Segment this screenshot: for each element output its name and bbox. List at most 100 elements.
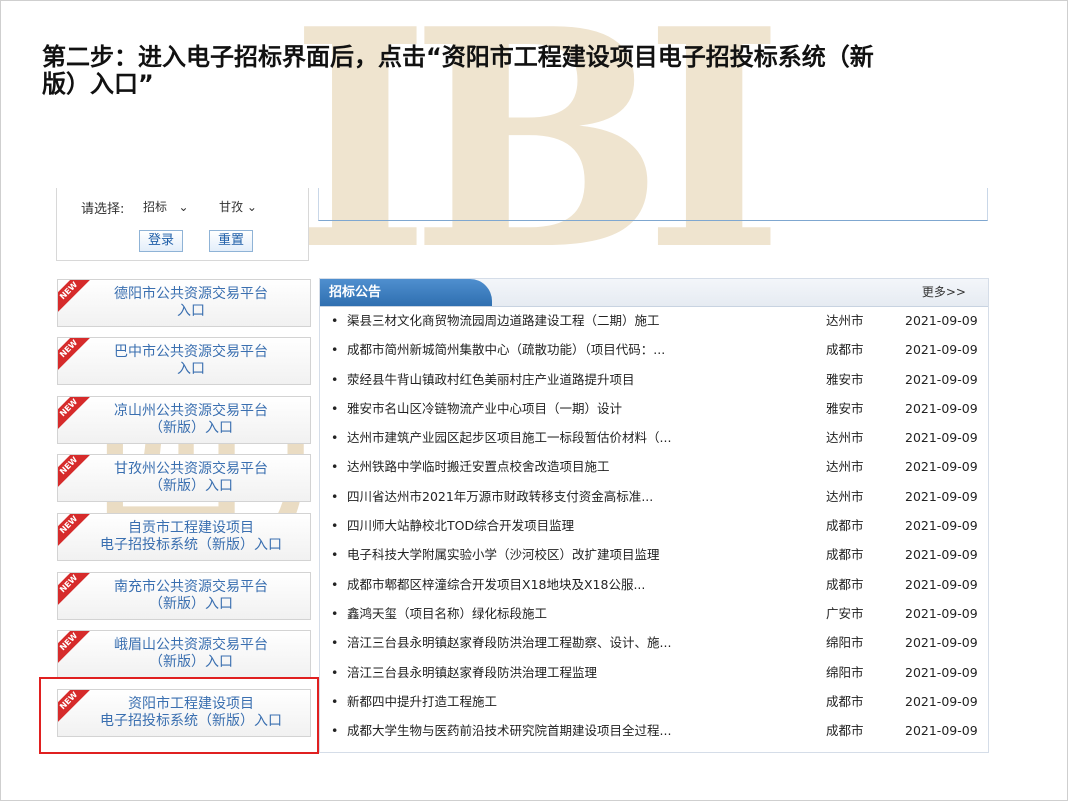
tab-bidding-notice[interactable]: 招标公告 (320, 279, 492, 306)
bullet: • (331, 371, 339, 387)
platform-entry-link[interactable]: NEW 巴中市公共资源交易平台 入口 (57, 337, 311, 385)
notice-row: • 雅安市名山区冷链物流产业中心项目（一期）设计 雅安市 2021-09-09 (320, 394, 988, 423)
bullet: • (331, 342, 339, 358)
platform-entry-link[interactable]: NEW 自贡市工程建设项目 电子招投标系统（新版）入口 (57, 513, 311, 561)
notice-date: 2021-09-09 (905, 459, 978, 475)
notice-city: 成都市 (826, 723, 864, 739)
login-button[interactable]: 登录 (139, 230, 184, 252)
notice-city: 成都市 (826, 576, 864, 592)
platform-entry-link[interactable]: NEW 南充市公共资源交易平台 （新版）入口 (57, 572, 311, 620)
notice-title-link[interactable]: 成都市简州新城简州集散中心（疏散功能）（项目代码：... (347, 335, 807, 364)
notice-city: 雅安市 (826, 400, 864, 416)
notice-list: • 渠县三材文化商贸物流园周边道路建设工程（二期）施工 达州市 2021-09-09 •… (320, 306, 988, 745)
notice-city: 达州市 (826, 313, 864, 328)
highlight-box (39, 677, 319, 754)
chevron-down-icon: ⌄ (243, 200, 257, 214)
notice-row: • 达州铁路中学临时搬迁安置点校舍改造项目施工 达州市 2021-09-09 (320, 452, 988, 481)
notice-date: 2021-09-09 (905, 371, 978, 387)
notice-city: 成都市 (826, 518, 864, 534)
bullet: • (331, 693, 339, 709)
bullet: • (331, 605, 339, 621)
reset-button[interactable]: 重置 (209, 230, 254, 252)
notice-title-link[interactable]: 涪江三台县永明镇赵家脊段防洪治理工程勘察、设计、施... (347, 628, 807, 657)
notice-city: 成都市 (826, 547, 864, 563)
notice-date: 2021-09-09 (905, 723, 978, 739)
entry-line2: 入口 (177, 361, 205, 377)
notice-title-link[interactable]: 新都四中提升打造工程施工 (347, 687, 807, 716)
bullet: • (331, 576, 339, 592)
notice-title-link[interactable]: 达州市建筑产业园区起步区项目施工一标段暂估价材料（... (347, 423, 807, 452)
more-link[interactable]: 更多>> (922, 279, 966, 306)
notice-title-link[interactable]: 达州铁路中学临时搬迁安置点校舍改造项目施工 (347, 452, 807, 481)
notice-city: 达州市 (826, 430, 864, 446)
entry-line2: （新版）入口 (149, 654, 233, 670)
entry-line2: 电子招投标系统（新版）入口 (100, 537, 282, 553)
notice-city: 广安市 (826, 605, 864, 621)
notice-title-link[interactable]: 鑫鸿天玺（项目名称）绿化标段施工 (347, 599, 807, 628)
entry-line2: （新版）入口 (149, 420, 233, 436)
entry-line2: （新版）入口 (149, 596, 233, 612)
notice-panel-header: 招标公告 更多>> (320, 279, 988, 307)
notice-title-link[interactable]: 雅安市名山区冷链物流产业中心项目（一期）设计 (347, 394, 807, 423)
platform-entry-link[interactable]: NEW 甘孜州公共资源交易平台 （新版）入口 (57, 454, 311, 502)
notice-city: 成都市 (826, 693, 864, 709)
notice-date: 2021-09-09 (905, 430, 978, 446)
bullet: • (331, 400, 339, 416)
bullet: • (331, 313, 339, 328)
notice-city: 绵阳市 (826, 664, 864, 680)
notice-date: 2021-09-09 (905, 313, 978, 328)
notice-date: 2021-09-09 (905, 693, 978, 709)
notice-title-link[interactable]: 成都市郫都区梓潼综合开发项目X18地块及X18公服... (347, 570, 807, 599)
notice-row: • 达州市建筑产业园区起步区项目施工一标段暂估价材料（... 达州市 2021-09-… (320, 423, 988, 452)
entry-line1: 巴中市公共资源交易平台 (114, 344, 268, 360)
notice-date: 2021-09-09 (905, 400, 978, 416)
region-select[interactable]: 甘孜 ⌄ (219, 198, 257, 215)
bullet: • (331, 664, 339, 680)
chevron-down-icon: ⌄ (170, 200, 189, 214)
bullet: • (331, 488, 339, 504)
notice-title-link[interactable]: 成都大学生物与医药前沿技术研究院首期建设项目全过程... (347, 716, 807, 745)
notice-row: • 荥经县牛背山镇政村红色美丽村庄产业道路提升项目 雅安市 2021-09-09 (320, 365, 988, 394)
bullet: • (331, 518, 339, 534)
notice-row: • 涪江三台县永明镇赵家脊段防洪治理工程监理 绵阳市 2021-09-09 (320, 658, 988, 687)
notice-date: 2021-09-09 (905, 576, 978, 592)
notice-row: • 鑫鸿天玺（项目名称）绿化标段施工 广安市 2021-09-09 (320, 599, 988, 628)
platform-entry-link[interactable]: NEW 凉山州公共资源交易平台 （新版）入口 (57, 396, 311, 444)
entry-line1: 峨眉山公共资源交易平台 (114, 637, 268, 653)
notice-title-link[interactable]: 电子科技大学附属实验小学（沙河校区）改扩建项目监理 (347, 540, 807, 569)
notice-title-link[interactable]: 荥经县牛背山镇政村红色美丽村庄产业道路提升项目 (347, 365, 807, 394)
notice-date: 2021-09-09 (905, 488, 978, 504)
bullet: • (331, 547, 339, 563)
entry-line1: 自贡市工程建设项目 (128, 520, 254, 536)
select-label: 请选择: (81, 202, 125, 217)
notice-panel: 招标公告 更多>> • 渠县三材文化商贸物流园周边道路建设工程（二期）施工 达州市 2… (319, 278, 989, 753)
notice-row: • 渠县三材文化商贸物流园周边道路建设工程（二期）施工 达州市 2021-09-09 (320, 306, 988, 335)
notice-row: • 电子科技大学附属实验小学（沙河校区）改扩建项目监理 成都市 2021-09-09 (320, 540, 988, 569)
search-area (318, 188, 988, 221)
platform-entry-link[interactable]: NEW 峨眉山公共资源交易平台 （新版）入口 (57, 630, 311, 678)
notice-date: 2021-09-09 (905, 547, 978, 563)
notice-city: 绵阳市 (826, 635, 864, 651)
notice-date: 2021-09-09 (905, 635, 978, 651)
entry-line1: 德阳市公共资源交易平台 (114, 286, 268, 302)
bullet: • (331, 459, 339, 475)
notice-title-link[interactable]: 四川师大站静校北TOD综合开发项目监理 (347, 511, 807, 540)
platform-entry-link[interactable]: NEW 德阳市公共资源交易平台 入口 (57, 279, 311, 327)
notice-row: • 成都大学生物与医药前沿技术研究院首期建设项目全过程... 成都市 2021-09-… (320, 716, 988, 745)
notice-title-link[interactable]: 四川省达州市2021年万源市财政转移支付资金高标准... (347, 482, 807, 511)
login-box: 请选择: 招标 ⌄ 甘孜 ⌄ 登录 重置 (56, 188, 309, 261)
notice-row: • 四川省达州市2021年万源市财政转移支付资金高标准... 达州市 2021-09-… (320, 482, 988, 511)
entry-line1: 甘孜州公共资源交易平台 (114, 461, 268, 477)
notice-title-link[interactable]: 渠县三材文化商贸物流园周边道路建设工程（二期）施工 (347, 306, 807, 335)
entry-line2: 入口 (177, 303, 205, 319)
notice-city: 成都市 (826, 342, 864, 358)
bullet: • (331, 723, 339, 739)
notice-date: 2021-09-09 (905, 664, 978, 680)
instruction-heading: 第二步：进入电子招标界面后，点击“资阳市工程建设项目电子招投标系统（新版）入口” (42, 43, 874, 98)
notice-date: 2021-09-09 (905, 518, 978, 534)
type-select[interactable]: 招标 ⌄ (143, 198, 189, 215)
notice-row: • 新都四中提升打造工程施工 成都市 2021-09-09 (320, 687, 988, 716)
notice-title-link[interactable]: 涪江三台县永明镇赵家脊段防洪治理工程监理 (347, 658, 807, 687)
notice-city: 达州市 (826, 488, 864, 504)
entry-line1: 南充市公共资源交易平台 (114, 579, 268, 595)
